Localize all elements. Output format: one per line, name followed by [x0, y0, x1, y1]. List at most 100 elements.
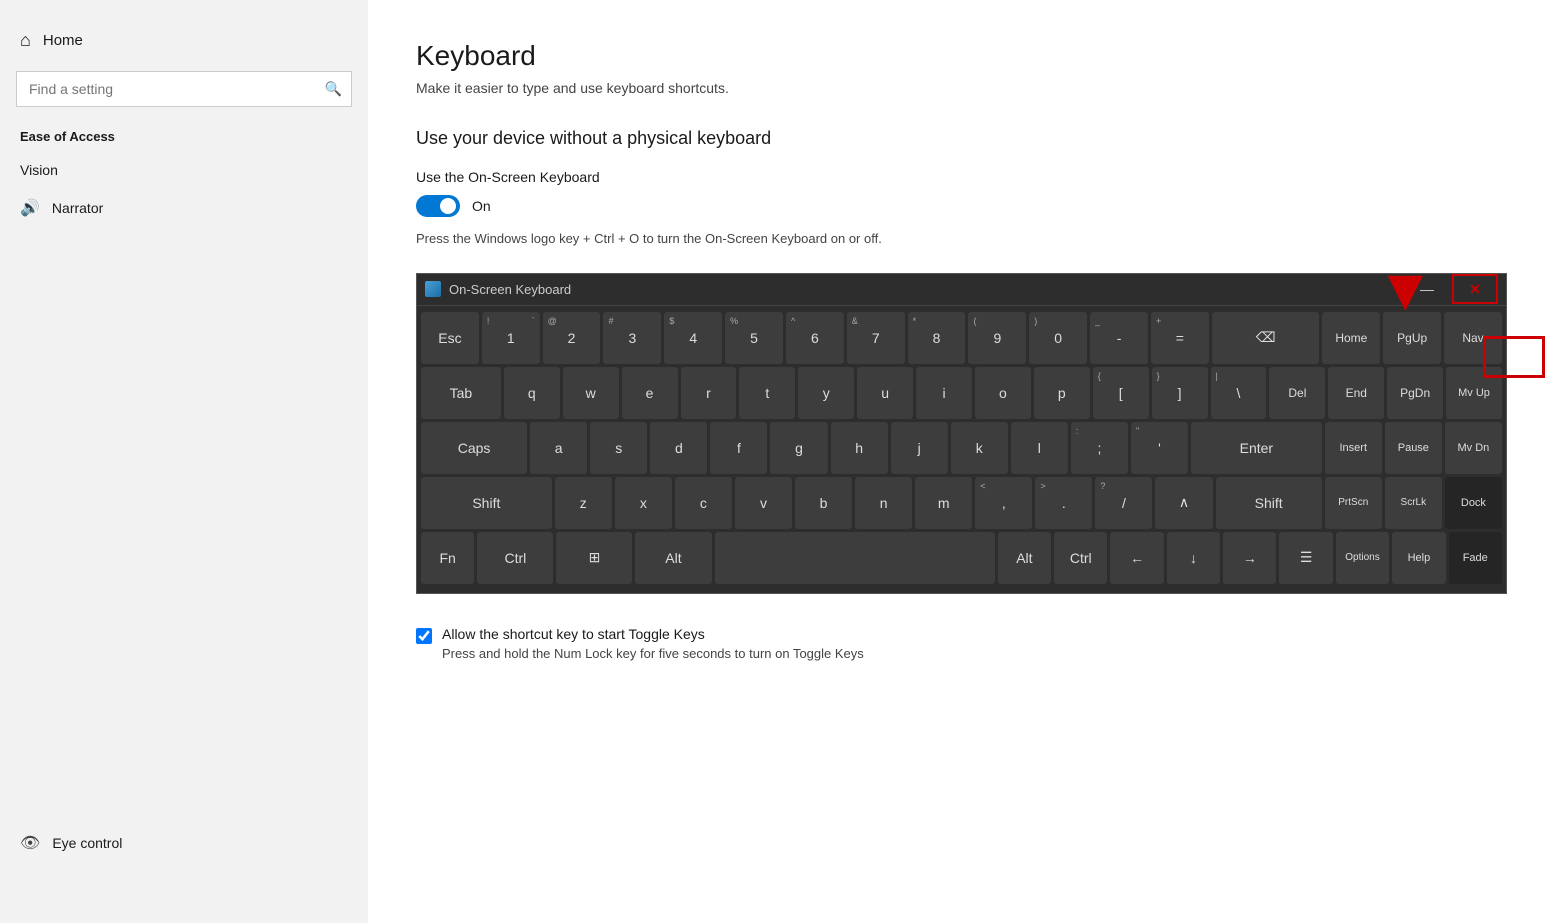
key-c[interactable]: c	[675, 477, 732, 529]
key-shift-left[interactable]: Shift	[421, 477, 552, 529]
key-6[interactable]: ^6	[786, 312, 844, 364]
key-caps[interactable]: Caps	[421, 422, 527, 474]
sidebar-item-narrator[interactable]: 🔊 Narrator	[0, 188, 368, 228]
home-nav-item[interactable]: ⌂ Home	[0, 20, 368, 61]
key-j[interactable]: j	[891, 422, 948, 474]
narrator-icon: 🔊	[20, 198, 40, 218]
key-fade[interactable]: Fade	[1449, 532, 1502, 584]
key-pgdn[interactable]: PgDn	[1387, 367, 1443, 419]
key-n[interactable]: n	[855, 477, 912, 529]
key-comma[interactable]: <,	[975, 477, 1032, 529]
key-v[interactable]: v	[735, 477, 792, 529]
key-x[interactable]: x	[615, 477, 672, 529]
key-win[interactable]: ⊞	[556, 532, 632, 584]
key-scrlk[interactable]: ScrLk	[1385, 477, 1442, 529]
key-o[interactable]: o	[975, 367, 1031, 419]
key-backslash[interactable]: |\	[1211, 367, 1267, 419]
key-g[interactable]: g	[770, 422, 827, 474]
key-row-2: Tab q w e r t y u i o p {[ }] |\ Del End	[421, 367, 1502, 419]
osk-minimize-button[interactable]: —	[1404, 274, 1450, 304]
key-u[interactable]: u	[857, 367, 913, 419]
key-mvdn[interactable]: Mv Dn	[1445, 422, 1502, 474]
key-options[interactable]: Options	[1336, 532, 1389, 584]
key-del[interactable]: Del	[1269, 367, 1325, 419]
key-9[interactable]: (9	[968, 312, 1026, 364]
key-m[interactable]: m	[915, 477, 972, 529]
key-pgup[interactable]: PgUp	[1383, 312, 1441, 364]
key-p[interactable]: p	[1034, 367, 1090, 419]
key-5[interactable]: %5	[725, 312, 783, 364]
key-d[interactable]: d	[650, 422, 707, 474]
key-t[interactable]: t	[739, 367, 795, 419]
key-h[interactable]: h	[831, 422, 888, 474]
key-period[interactable]: >.	[1035, 477, 1092, 529]
key-e[interactable]: e	[622, 367, 678, 419]
key-z[interactable]: z	[555, 477, 612, 529]
key-backspace[interactable]: ⌫	[1212, 312, 1320, 364]
sidebar-item-label: Vision	[20, 162, 58, 178]
key-8[interactable]: *8	[908, 312, 966, 364]
sidebar-item-eye-control[interactable]: 👁 Eye control	[0, 823, 368, 863]
key-i[interactable]: i	[916, 367, 972, 419]
key-a[interactable]: a	[530, 422, 587, 474]
key-slash[interactable]: ?/	[1095, 477, 1152, 529]
osk-close-button[interactable]: ✕	[1452, 274, 1498, 304]
key-arrow-right[interactable]: →	[1223, 532, 1276, 584]
osk-window-controls: — ✕	[1404, 274, 1498, 304]
key-f[interactable]: f	[710, 422, 767, 474]
key-shift-right[interactable]: Shift	[1216, 477, 1322, 529]
key-minus[interactable]: _-	[1090, 312, 1148, 364]
sidebar-item-vision[interactable]: Vision	[0, 152, 368, 188]
key-space[interactable]	[715, 532, 995, 584]
key-fn[interactable]: Fn	[421, 532, 474, 584]
key-rbracket[interactable]: }]	[1152, 367, 1208, 419]
key-arrow-down[interactable]: ↓	[1167, 532, 1220, 584]
key-k[interactable]: k	[951, 422, 1008, 474]
key-s[interactable]: s	[590, 422, 647, 474]
key-esc[interactable]: Esc	[421, 312, 479, 364]
home-icon: ⌂	[20, 30, 31, 51]
key-equals[interactable]: +=	[1151, 312, 1209, 364]
search-icon: 🔍	[325, 81, 342, 98]
key-enter[interactable]: Enter	[1191, 422, 1322, 474]
key-mvup[interactable]: Mv Up	[1446, 367, 1502, 419]
key-caret[interactable]: ∧	[1155, 477, 1212, 529]
key-dock[interactable]: Dock	[1445, 477, 1502, 529]
key-1[interactable]: !1`	[482, 312, 540, 364]
key-semicolon[interactable]: :;	[1071, 422, 1128, 474]
key-3[interactable]: #3	[603, 312, 661, 364]
key-home[interactable]: Home	[1322, 312, 1380, 364]
toggle-keys-checkbox[interactable]	[416, 628, 432, 644]
key-2[interactable]: @2	[543, 312, 601, 364]
key-help[interactable]: Help	[1392, 532, 1445, 584]
key-4[interactable]: $4	[664, 312, 722, 364]
main-content: Keyboard Make it easier to type and use …	[368, 0, 1555, 923]
key-y[interactable]: y	[798, 367, 854, 419]
key-end[interactable]: End	[1328, 367, 1384, 419]
key-quote[interactable]: "'	[1131, 422, 1188, 474]
key-r[interactable]: r	[681, 367, 737, 419]
key-tab[interactable]: Tab	[421, 367, 501, 419]
key-l[interactable]: l	[1011, 422, 1068, 474]
key-insert[interactable]: Insert	[1325, 422, 1382, 474]
key-w[interactable]: w	[563, 367, 619, 419]
onscreen-keyboard-toggle[interactable]	[416, 195, 460, 217]
key-q[interactable]: q	[504, 367, 560, 419]
osk-title-bar-left: On-Screen Keyboard	[425, 281, 571, 297]
key-menu[interactable]: ☰	[1279, 532, 1332, 584]
key-0[interactable]: )0	[1029, 312, 1087, 364]
toggle-row: On	[416, 195, 1507, 217]
key-ctrl-left[interactable]: Ctrl	[477, 532, 553, 584]
key-prtscn[interactable]: PrtScn	[1325, 477, 1382, 529]
search-input[interactable]	[16, 71, 352, 107]
key-nav[interactable]: Nav	[1444, 312, 1502, 364]
key-pause[interactable]: Pause	[1385, 422, 1442, 474]
key-alt-left[interactable]: Alt	[635, 532, 711, 584]
key-b[interactable]: b	[795, 477, 852, 529]
key-alt-right[interactable]: Alt	[998, 532, 1051, 584]
key-7[interactable]: &7	[847, 312, 905, 364]
key-arrow-left[interactable]: ←	[1110, 532, 1163, 584]
key-ctrl-right[interactable]: Ctrl	[1054, 532, 1107, 584]
sidebar: ⌂ Home 🔍 Ease of Access Vision 🔊 Narrato…	[0, 0, 368, 923]
key-lbracket[interactable]: {[	[1093, 367, 1149, 419]
